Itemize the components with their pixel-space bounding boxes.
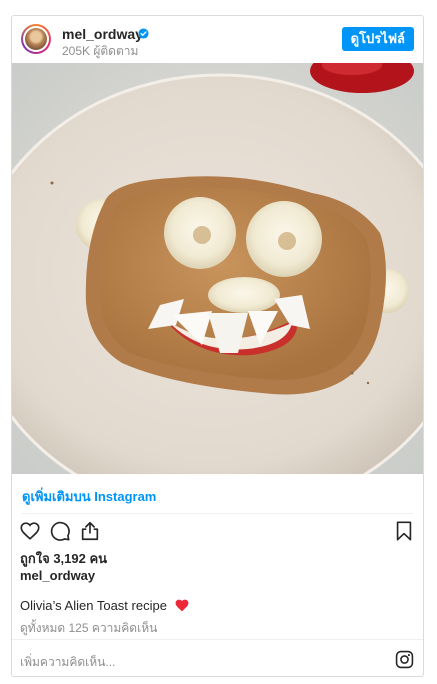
follower-count: 205K ผู้ติดตาม [62,44,139,58]
view-more-on-instagram-link[interactable]: ดูเพิ่มเติมบน Instagram [22,486,156,507]
view-profile-button[interactable]: ดูโปรไฟล์ [341,27,414,51]
like-count[interactable]: ถูกใจ 3,192 คน [20,548,107,569]
share-icon[interactable] [79,520,101,542]
divider [22,513,413,514]
red-heart-emoji-icon [175,599,188,612]
action-bar [12,516,423,548]
divider [12,639,423,640]
comment-icon[interactable] [49,520,71,542]
instagram-embed-card: mel_ordway 205K ผู้ติดตาม ดูโปรไฟล์ ดูเพ… [11,15,424,677]
add-comment-link[interactable]: เพิ่มความคิดเห็น... [20,653,115,672]
like-icon[interactable] [19,520,41,542]
username-link[interactable]: mel_ordway [62,26,143,42]
post-photo[interactable] [12,63,424,474]
caption-text: Olivia’s Alien Toast recipe [20,598,167,613]
post-owner-username[interactable]: mel_ordway [20,568,95,583]
bookmark-icon[interactable] [393,520,415,542]
view-all-comments-link[interactable]: ดูทั้งหมด 125 ความคิดเห็น [20,619,157,638]
post-header: mel_ordway 205K ผู้ติดตาม ดูโปรไฟล์ [12,16,423,63]
avatar[interactable] [21,24,51,54]
verified-badge-icon [138,28,149,39]
instagram-logo-icon[interactable] [395,650,414,669]
post-caption: Olivia’s Alien Toast recipe [20,598,189,613]
